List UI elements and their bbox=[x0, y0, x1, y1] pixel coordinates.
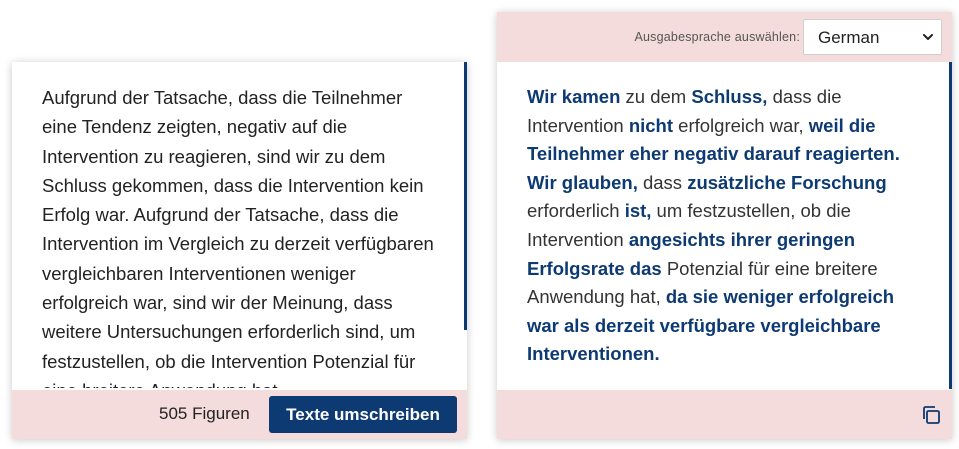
output-segment: erforderlich bbox=[527, 200, 625, 222]
output-panel: Ausgabesprache auswählen: German Wir kam… bbox=[497, 12, 952, 439]
output-segment-changed: zusätzliche Forschung bbox=[687, 171, 887, 193]
output-segment: dass bbox=[637, 171, 688, 193]
input-textarea[interactable]: Aufgrund der Tatsache, dass die Teilnehm… bbox=[42, 83, 442, 388]
output-segment-changed: Wir kamen bbox=[527, 86, 621, 107]
output-segment-changed: ist, bbox=[624, 200, 652, 222]
language-selected-value: German bbox=[818, 28, 880, 47]
output-text: Wir kamen zu dem Schluss, dass die Inter… bbox=[527, 83, 927, 369]
copy-icon[interactable] bbox=[920, 404, 942, 426]
output-scrollbar[interactable] bbox=[949, 62, 952, 389]
input-scrollbar[interactable] bbox=[464, 62, 467, 330]
input-panel: Aufgrund der Tatsache, dass die Teilnehm… bbox=[12, 62, 467, 439]
output-footer bbox=[497, 390, 952, 439]
figure-count: 505 Figuren bbox=[159, 404, 250, 423]
output-header: Ausgabesprache auswählen: German bbox=[497, 12, 952, 62]
chevron-down-icon bbox=[923, 34, 933, 40]
language-select[interactable]: German bbox=[803, 19, 942, 55]
output-segment: zu dem bbox=[620, 86, 692, 107]
output-segment: erfolgreich war, bbox=[673, 114, 809, 136]
output-segment-changed: nicht bbox=[628, 114, 674, 136]
input-footer: 505 Figuren Texte umschreiben bbox=[12, 390, 467, 439]
output-segment-changed: Schluss, bbox=[691, 86, 768, 107]
language-label: Ausgabesprache auswählen: bbox=[634, 30, 800, 44]
rewrite-button[interactable]: Texte umschreiben bbox=[269, 396, 457, 433]
